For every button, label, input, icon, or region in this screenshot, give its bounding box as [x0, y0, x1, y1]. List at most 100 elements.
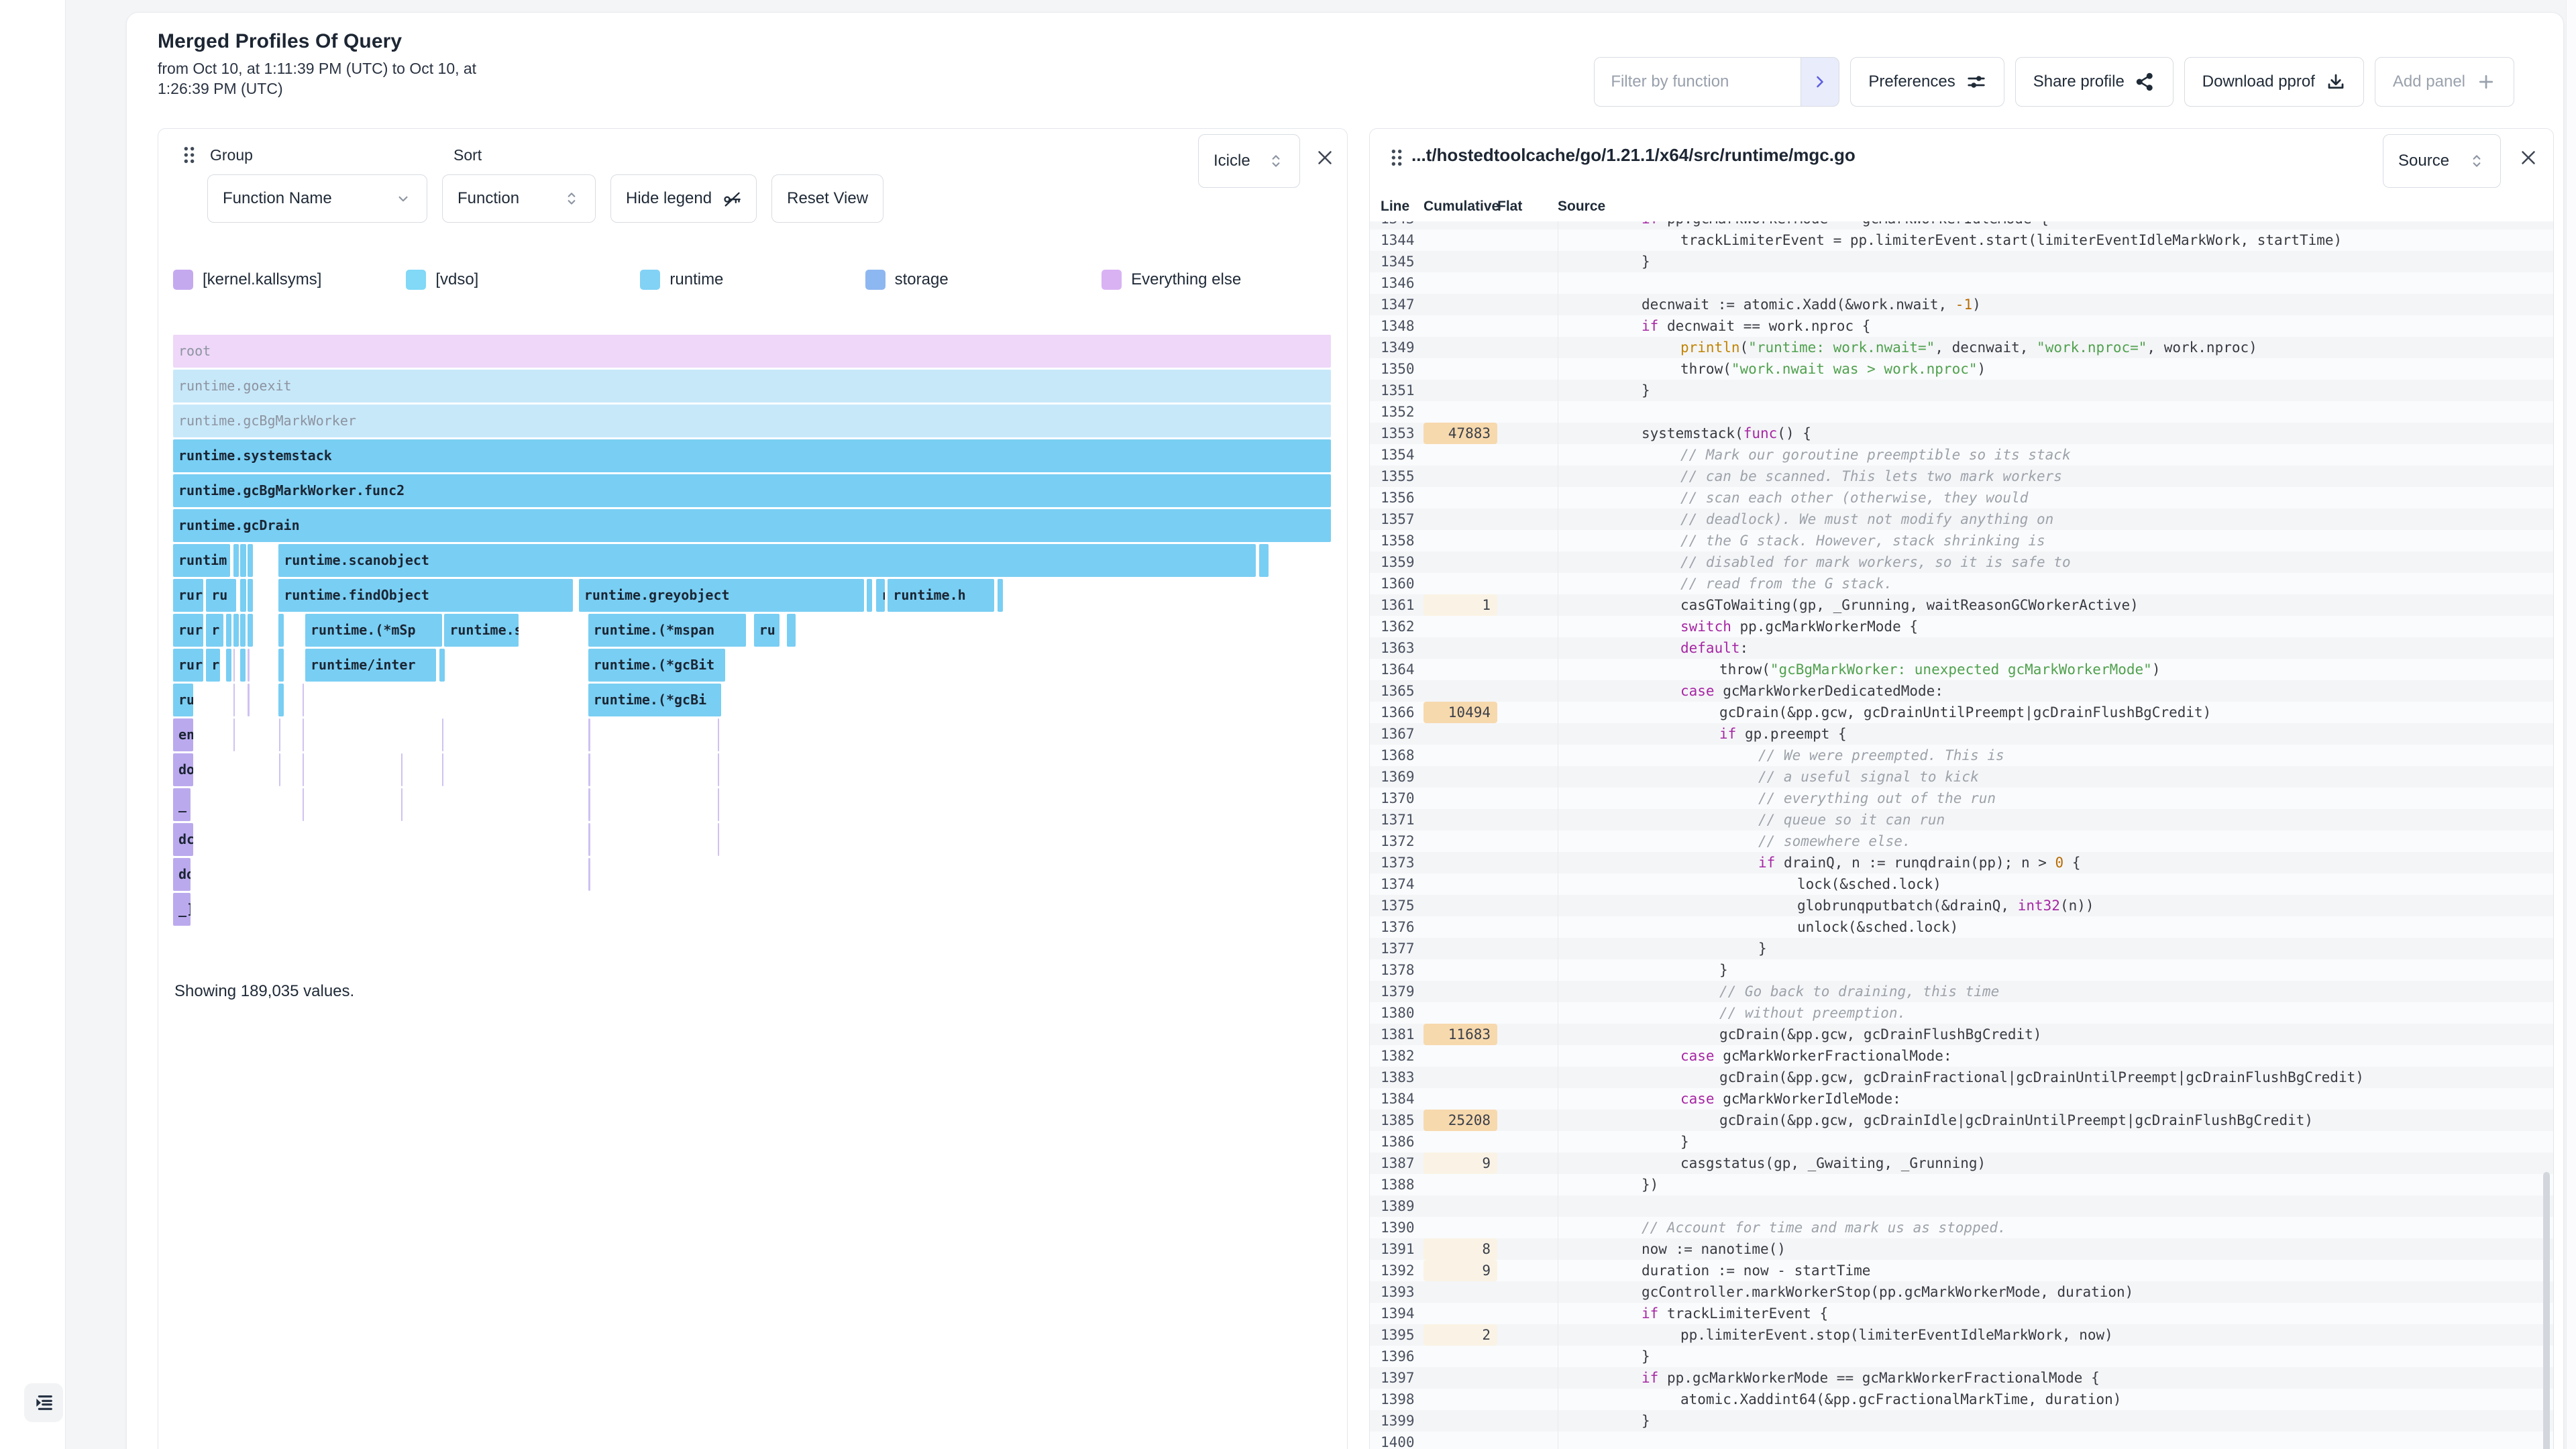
flame-block[interactable]: runtime.gcBgMarkWorker.func2: [173, 474, 1331, 507]
flame-block[interactable]: [303, 788, 304, 821]
flame-block[interactable]: dc: [173, 823, 193, 856]
flame-block[interactable]: [718, 823, 719, 856]
flame-block[interactable]: [278, 614, 284, 647]
close-flamegraph-panel-button[interactable]: [1313, 146, 1336, 169]
flame-block[interactable]: runtime.(*mSp: [305, 614, 442, 647]
flame-block[interactable]: [248, 684, 249, 716]
flame-block[interactable]: [248, 649, 249, 682]
column-header-line[interactable]: Line: [1381, 199, 1409, 215]
flame-block[interactable]: rur: [173, 614, 203, 647]
flame-block[interactable]: ru: [754, 614, 780, 647]
flame-block[interactable]: [240, 579, 246, 612]
console-toggle-button[interactable]: [24, 1383, 63, 1422]
flame-block[interactable]: [240, 544, 246, 577]
close-source-panel-button[interactable]: [2517, 146, 2540, 169]
flame-block[interactable]: [303, 753, 304, 786]
flame-block[interactable]: [248, 544, 253, 577]
flame-block[interactable]: [248, 579, 253, 612]
flame-block[interactable]: [240, 614, 246, 647]
flame-block[interactable]: [588, 858, 590, 891]
flame-block[interactable]: [233, 684, 235, 716]
flame-block[interactable]: [233, 614, 239, 647]
column-header-cumulative[interactable]: Cumulative: [1424, 199, 1499, 215]
flame-block[interactable]: [303, 718, 304, 751]
flame-block[interactable]: [278, 684, 284, 716]
flame-block[interactable]: [718, 788, 719, 821]
legend-item[interactable]: [kernel.kallsyms]: [173, 270, 321, 290]
flame-block[interactable]: [718, 718, 719, 751]
flame-block[interactable]: [401, 788, 402, 821]
flame-block[interactable]: runtime.(*mspan: [588, 614, 746, 647]
flame-block[interactable]: runtime.gcDrain: [173, 509, 1331, 542]
flame-block[interactable]: [1259, 544, 1269, 577]
flame-block[interactable]: [240, 649, 246, 682]
flame-block[interactable]: [248, 614, 253, 647]
flame-block[interactable]: r: [206, 614, 223, 647]
flame-block[interactable]: runtime.greyobject: [579, 579, 864, 612]
flame-block[interactable]: [588, 718, 590, 751]
flame-block[interactable]: [787, 614, 796, 647]
flame-block[interactable]: runtime.scanobject: [278, 544, 1256, 577]
flame-block[interactable]: [718, 753, 719, 786]
legend-item[interactable]: [vdso]: [406, 270, 478, 290]
flame-block[interactable]: runtime.(*gcBi: [588, 684, 722, 716]
flame-block[interactable]: [226, 614, 231, 647]
flame-block[interactable]: [303, 684, 304, 716]
add-panel-button[interactable]: Add panel: [2375, 57, 2514, 107]
flame-block[interactable]: runtime.h: [888, 579, 994, 612]
flame-block[interactable]: _]: [173, 893, 191, 926]
download-pprof-button[interactable]: Download pprof: [2184, 57, 2364, 107]
flame-block[interactable]: do: [173, 858, 191, 891]
flame-block[interactable]: r: [876, 579, 885, 612]
flame-block[interactable]: do: [173, 753, 193, 786]
flame-block[interactable]: rur: [173, 579, 203, 612]
flame-block[interactable]: ru: [206, 579, 236, 612]
column-header-flat[interactable]: Flat: [1497, 199, 1522, 215]
filter-apply-button[interactable]: [1801, 57, 1839, 107]
group-by-select[interactable]: Function Name: [207, 174, 427, 223]
flame-block[interactable]: [442, 753, 443, 786]
filter-by-function-input[interactable]: [1594, 57, 1801, 107]
flame-block[interactable]: runtime.(*gcBit: [588, 649, 725, 682]
flame-block[interactable]: en: [173, 718, 193, 751]
preferences-button[interactable]: Preferences: [1850, 57, 2004, 107]
drag-handle-icon[interactable]: [180, 144, 199, 166]
flame-block[interactable]: [233, 544, 239, 577]
flame-block[interactable]: runtime.goexit: [173, 370, 1331, 402]
view-mode-select[interactable]: Icicle: [1198, 134, 1300, 188]
flame-block[interactable]: [439, 649, 445, 682]
flame-block[interactable]: [233, 718, 235, 751]
share-profile-button[interactable]: Share profile: [2015, 57, 2174, 107]
flame-block[interactable]: [226, 649, 231, 682]
flame-block[interactable]: [279, 753, 280, 786]
flame-block[interactable]: r: [206, 649, 220, 682]
flame-block[interactable]: runtime.sp: [444, 614, 519, 647]
flame-block[interactable]: [588, 788, 590, 821]
page-scrollbar[interactable]: [2566, 0, 2576, 1449]
flame-block[interactable]: [442, 718, 443, 751]
source-scrollbar-thumb[interactable]: [2543, 1172, 2550, 1449]
flame-block[interactable]: [588, 823, 590, 856]
flame-block[interactable]: [401, 753, 402, 786]
flame-block[interactable]: root: [173, 335, 1331, 368]
flame-block[interactable]: [588, 753, 590, 786]
column-header-source[interactable]: Source: [1558, 199, 1605, 215]
flame-block[interactable]: runtime.findObject: [278, 579, 573, 612]
reset-view-button[interactable]: Reset View: [771, 174, 883, 223]
flame-block[interactable]: ru: [173, 684, 193, 716]
drag-handle-icon[interactable]: [1387, 146, 1406, 169]
flame-block[interactable]: runtime.systemstack: [173, 439, 1331, 472]
flame-block[interactable]: runtime/inter: [305, 649, 436, 682]
flame-block[interactable]: [279, 718, 280, 751]
flame-block[interactable]: _: [173, 788, 191, 821]
flame-block[interactable]: runtim: [173, 544, 230, 577]
flame-block[interactable]: [233, 649, 235, 682]
source-view-select[interactable]: Source: [2383, 134, 2501, 188]
sort-by-select[interactable]: Function: [442, 174, 596, 223]
flame-block[interactable]: runtime.gcBgMarkWorker: [173, 405, 1331, 437]
flame-block[interactable]: [867, 579, 872, 612]
legend-item[interactable]: storage: [865, 270, 949, 290]
legend-item[interactable]: Everything else: [1102, 270, 1241, 290]
flame-block[interactable]: rur: [173, 649, 203, 682]
legend-item[interactable]: runtime: [640, 270, 723, 290]
